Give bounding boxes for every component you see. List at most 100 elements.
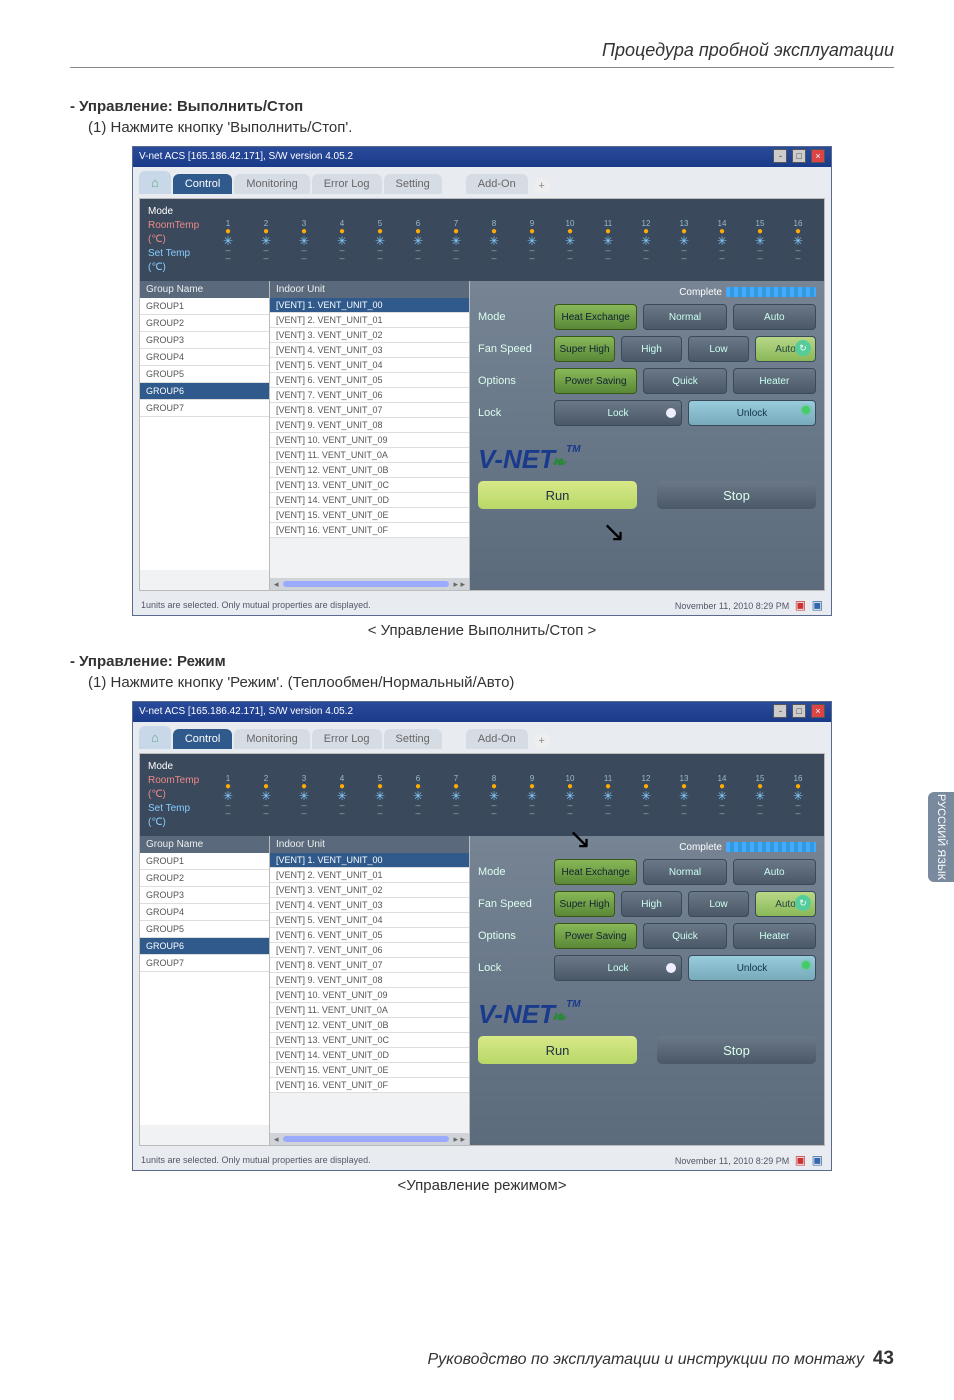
group-row[interactable]: GROUP3 — [140, 887, 269, 904]
group-row[interactable]: GROUP5 — [140, 921, 269, 938]
group-row[interactable]: GROUP7 — [140, 955, 269, 972]
unit-row[interactable]: [VENT] 10. VENT_UNIT_09 — [270, 988, 469, 1003]
maximize-icon[interactable]: □ — [792, 704, 806, 718]
mode-heatexchange-button[interactable]: Heat Exchange — [554, 304, 637, 330]
minimize-icon[interactable]: - — [773, 149, 787, 163]
group-row[interactable]: GROUP1 — [140, 298, 269, 315]
opt-powersaving-button[interactable]: Power Saving — [554, 368, 637, 394]
fan-auto-button[interactable]: ↻Auto — [755, 336, 816, 362]
unit-row[interactable]: [VENT] 7. VENT_UNIT_06 — [270, 943, 469, 958]
window-controls[interactable]: - □ × — [771, 702, 825, 722]
tab-add[interactable]: + — [534, 178, 550, 194]
fan-superhigh-button[interactable]: Super High — [554, 336, 615, 362]
scroll-left-icon[interactable]: ◂ — [274, 579, 279, 590]
unit-row[interactable]: [VENT] 2. VENT_UNIT_01 — [270, 868, 469, 883]
opt-heater-button[interactable]: Heater — [733, 368, 816, 394]
unit-row[interactable]: [VENT] 13. VENT_UNIT_0C — [270, 478, 469, 493]
tab-control[interactable]: Control — [173, 174, 232, 194]
unit-row[interactable]: [VENT] 15. VENT_UNIT_0E — [270, 1063, 469, 1078]
unit-row[interactable]: [VENT] 10. VENT_UNIT_09 — [270, 433, 469, 448]
unit-row[interactable]: [VENT] 1. VENT_UNIT_00 — [270, 298, 469, 313]
unlock-button[interactable]: Unlock — [688, 400, 816, 426]
unit-row[interactable]: [VENT] 7. VENT_UNIT_06 — [270, 388, 469, 403]
unit-row[interactable]: [VENT] 11. VENT_UNIT_0A — [270, 448, 469, 463]
unit-row[interactable]: [VENT] 4. VENT_UNIT_03 — [270, 343, 469, 358]
group-row[interactable]: GROUP2 — [140, 315, 269, 332]
group-row[interactable]: GROUP6 — [140, 383, 269, 400]
unit-row[interactable]: [VENT] 8. VENT_UNIT_07 — [270, 403, 469, 418]
group-row[interactable]: GROUP7 — [140, 400, 269, 417]
stop-button[interactable]: Stop — [657, 481, 816, 509]
scroll-footer[interactable]: ◂ ▸ ▸ — [270, 578, 469, 590]
fan-high-button[interactable]: High — [621, 891, 682, 917]
mode-auto-button[interactable]: Auto — [733, 859, 816, 885]
unit-row[interactable]: [VENT] 12. VENT_UNIT_0B — [270, 463, 469, 478]
unit-row[interactable]: [VENT] 1. VENT_UNIT_00 — [270, 853, 469, 868]
run-button[interactable]: Run — [478, 1036, 637, 1064]
group-row[interactable]: GROUP6 — [140, 938, 269, 955]
tab-addon[interactable]: Add-On — [466, 729, 528, 749]
mode-heatexchange-button[interactable]: Heat Exchange — [554, 859, 637, 885]
unlock-button[interactable]: Unlock — [688, 955, 816, 981]
unit-row[interactable]: [VENT] 9. VENT_UNIT_08 — [270, 418, 469, 433]
opt-quick-button[interactable]: Quick — [643, 368, 726, 394]
group-row[interactable]: GROUP1 — [140, 853, 269, 870]
mode-normal-button[interactable]: Normal — [643, 304, 726, 330]
tab-add[interactable]: + — [534, 733, 550, 749]
unit-row[interactable]: [VENT] 2. VENT_UNIT_01 — [270, 313, 469, 328]
mode-auto-button[interactable]: Auto — [733, 304, 816, 330]
mode-normal-button[interactable]: Normal — [643, 859, 726, 885]
unit-row[interactable]: [VENT] 14. VENT_UNIT_0D — [270, 493, 469, 508]
tab-errorlog[interactable]: Error Log — [312, 174, 382, 194]
fan-auto-button[interactable]: ↻Auto — [755, 891, 816, 917]
scroll-right-icon[interactable]: ▸ ▸ — [453, 579, 465, 590]
stop-button[interactable]: Stop — [657, 1036, 816, 1064]
opt-quick-button[interactable]: Quick — [643, 923, 726, 949]
opt-heater-button[interactable]: Heater — [733, 923, 816, 949]
close-icon[interactable]: × — [811, 149, 825, 163]
status-icon-1[interactable]: ▣ — [795, 1153, 806, 1167]
tab-setting[interactable]: Setting — [384, 729, 442, 749]
unit-row[interactable]: [VENT] 8. VENT_UNIT_07 — [270, 958, 469, 973]
maximize-icon[interactable]: □ — [792, 149, 806, 163]
close-icon[interactable]: × — [811, 704, 825, 718]
unit-row[interactable]: [VENT] 6. VENT_UNIT_05 — [270, 928, 469, 943]
scroll-left-icon[interactable]: ◂ — [274, 1134, 279, 1145]
unit-row[interactable]: [VENT] 3. VENT_UNIT_02 — [270, 883, 469, 898]
unit-row[interactable]: [VENT] 9. VENT_UNIT_08 — [270, 973, 469, 988]
tab-errorlog[interactable]: Error Log — [312, 729, 382, 749]
scroll-right-icon[interactable]: ▸ ▸ — [453, 1134, 465, 1145]
tab-control[interactable]: Control — [173, 729, 232, 749]
group-row[interactable]: GROUP4 — [140, 349, 269, 366]
window-controls[interactable]: - □ × — [771, 147, 825, 167]
unit-row[interactable]: [VENT] 16. VENT_UNIT_0F — [270, 523, 469, 538]
unit-row[interactable]: [VENT] 15. VENT_UNIT_0E — [270, 508, 469, 523]
group-row[interactable]: GROUP4 — [140, 904, 269, 921]
tab-monitoring[interactable]: Monitoring — [234, 729, 309, 749]
minimize-icon[interactable]: - — [773, 704, 787, 718]
opt-powersaving-button[interactable]: Power Saving — [554, 923, 637, 949]
run-button[interactable]: Run — [478, 481, 637, 509]
unit-row[interactable]: [VENT] 16. VENT_UNIT_0F — [270, 1078, 469, 1093]
tab-addon[interactable]: Add-On — [466, 174, 528, 194]
unit-row[interactable]: [VENT] 14. VENT_UNIT_0D — [270, 1048, 469, 1063]
fan-low-button[interactable]: Low — [688, 891, 749, 917]
lock-button[interactable]: Lock — [554, 955, 682, 981]
status-icon-1[interactable]: ▣ — [795, 598, 806, 612]
group-row[interactable]: GROUP3 — [140, 332, 269, 349]
scroll-footer[interactable]: ◂ ▸ ▸ — [270, 1133, 469, 1145]
unit-row[interactable]: [VENT] 4. VENT_UNIT_03 — [270, 898, 469, 913]
unit-row[interactable]: [VENT] 11. VENT_UNIT_0A — [270, 1003, 469, 1018]
unit-row[interactable]: [VENT] 5. VENT_UNIT_04 — [270, 358, 469, 373]
unit-row[interactable]: [VENT] 6. VENT_UNIT_05 — [270, 373, 469, 388]
fan-high-button[interactable]: High — [621, 336, 682, 362]
group-row[interactable]: GROUP5 — [140, 366, 269, 383]
fan-low-button[interactable]: Low — [688, 336, 749, 362]
group-row[interactable]: GROUP2 — [140, 870, 269, 887]
lock-button[interactable]: Lock — [554, 400, 682, 426]
unit-row[interactable]: [VENT] 12. VENT_UNIT_0B — [270, 1018, 469, 1033]
tab-home[interactable]: Home — [139, 171, 171, 194]
unit-row[interactable]: [VENT] 5. VENT_UNIT_04 — [270, 913, 469, 928]
unit-row[interactable]: [VENT] 3. VENT_UNIT_02 — [270, 328, 469, 343]
fan-superhigh-button[interactable]: Super High — [554, 891, 615, 917]
